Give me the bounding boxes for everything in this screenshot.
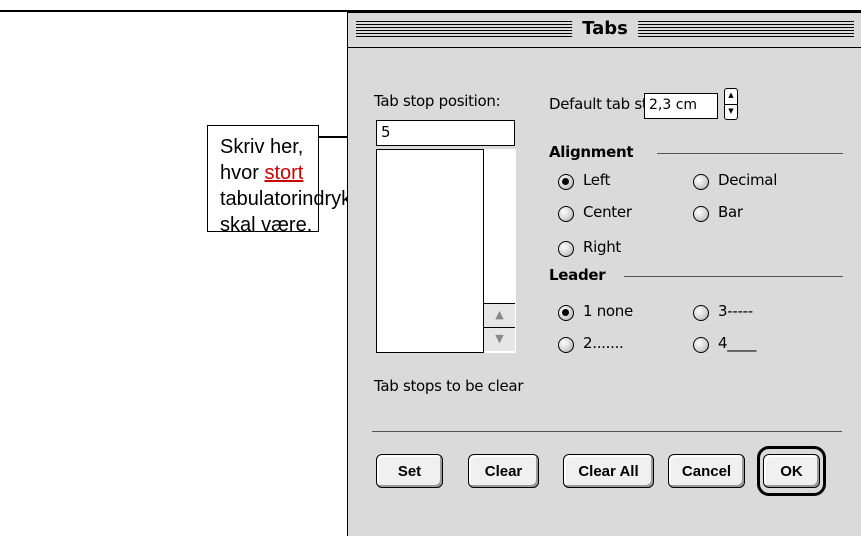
- ok-button[interactable]: OK: [763, 454, 820, 488]
- radio-align-left-label[interactable]: Left: [583, 171, 610, 189]
- tab-stops-to-be-clear-label: Tab stops to be clear: [374, 377, 524, 395]
- scroll-down-icon[interactable]: ▼: [484, 327, 515, 351]
- alignment-heading: Alignment: [549, 143, 634, 161]
- annotation-text: Skriv her, hvor stort tabulatorindrykket…: [220, 134, 378, 238]
- radio-align-bar[interactable]: [693, 206, 709, 222]
- annotation-highlight: stort: [264, 162, 304, 184]
- title-bar[interactable]: Tabs: [348, 13, 861, 48]
- radio-align-right-label[interactable]: Right: [583, 238, 621, 256]
- set-button[interactable]: Set: [376, 454, 443, 488]
- scroll-up-icon[interactable]: ▲: [484, 303, 515, 327]
- tab-stop-position-label: Tab stop position:: [374, 92, 501, 110]
- alignment-divider: [657, 153, 843, 154]
- default-tab-stops-input[interactable]: 2,3 cm: [644, 93, 718, 119]
- radio-leader-none-label[interactable]: 1 none: [583, 302, 633, 320]
- radio-leader-dots[interactable]: [558, 337, 574, 353]
- radio-leader-dashes[interactable]: [693, 305, 709, 321]
- radio-align-center-label[interactable]: Center: [583, 203, 632, 221]
- dialog-title: Tabs: [572, 18, 638, 39]
- radio-align-bar-label[interactable]: Bar: [718, 203, 743, 221]
- stepper-up-icon[interactable]: ▲: [725, 89, 737, 104]
- radio-align-right[interactable]: [558, 241, 574, 257]
- leader-heading: Leader: [549, 266, 606, 284]
- radio-align-left[interactable]: [558, 174, 574, 190]
- leader-divider: [624, 276, 843, 277]
- tab-stops-scrollbar[interactable]: ▲ ▼: [483, 149, 516, 353]
- radio-leader-underline[interactable]: [693, 337, 709, 353]
- clear-button[interactable]: Clear: [468, 454, 539, 488]
- stepper-down-icon[interactable]: ▼: [725, 104, 737, 120]
- radio-align-decimal-label[interactable]: Decimal: [718, 171, 777, 189]
- cancel-button[interactable]: Cancel: [668, 454, 745, 488]
- radio-leader-dots-label[interactable]: 2.......: [583, 334, 624, 352]
- radio-align-decimal[interactable]: [693, 174, 709, 190]
- radio-align-center[interactable]: [558, 206, 574, 222]
- radio-leader-none[interactable]: [558, 305, 574, 321]
- radio-leader-underline-label[interactable]: 4____: [718, 334, 756, 352]
- default-tab-stops-stepper[interactable]: ▲ ▼: [724, 88, 738, 120]
- radio-leader-dashes-label[interactable]: 3-----: [718, 302, 753, 320]
- buttons-separator: [372, 431, 842, 432]
- tab-stop-position-input[interactable]: 5: [376, 120, 515, 146]
- clear-all-button[interactable]: Clear All: [563, 454, 654, 488]
